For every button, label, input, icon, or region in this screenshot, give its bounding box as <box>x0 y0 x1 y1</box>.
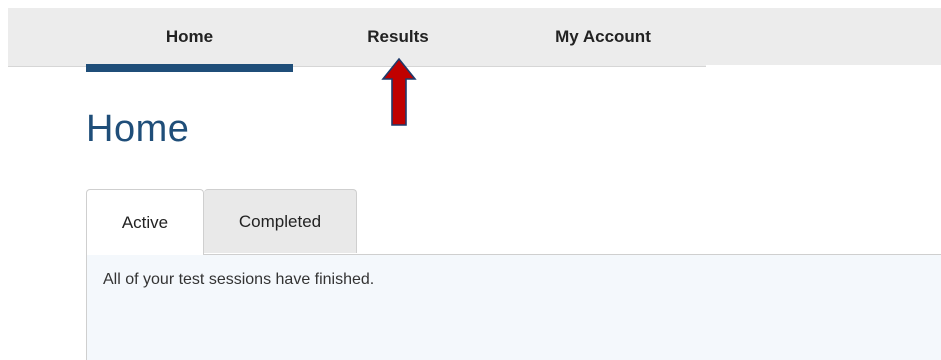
page-title: Home <box>86 108 190 150</box>
up-arrow-icon <box>381 57 417 126</box>
nav-active-indicator <box>86 64 293 72</box>
tab-panel <box>86 254 941 360</box>
nav-item-label: Home <box>165 27 214 46</box>
nav-item-my-account[interactable]: My Account <box>528 8 678 66</box>
nav-item-label: My Account <box>555 27 651 46</box>
tab-active[interactable]: Active <box>86 189 204 255</box>
tab-label: Active <box>121 212 169 232</box>
top-navigation: Home Results My Account <box>8 8 941 67</box>
tab-label: Completed <box>238 211 322 231</box>
nav-item-label: Results <box>367 27 429 46</box>
status-message: All of your test sessions have finished. <box>103 271 375 288</box>
page: Home Results My Account Home Active Comp… <box>0 0 941 360</box>
nav-item-home[interactable]: Home <box>86 8 293 66</box>
nav-divider <box>706 65 941 68</box>
tab-completed[interactable]: Completed <box>204 189 357 253</box>
